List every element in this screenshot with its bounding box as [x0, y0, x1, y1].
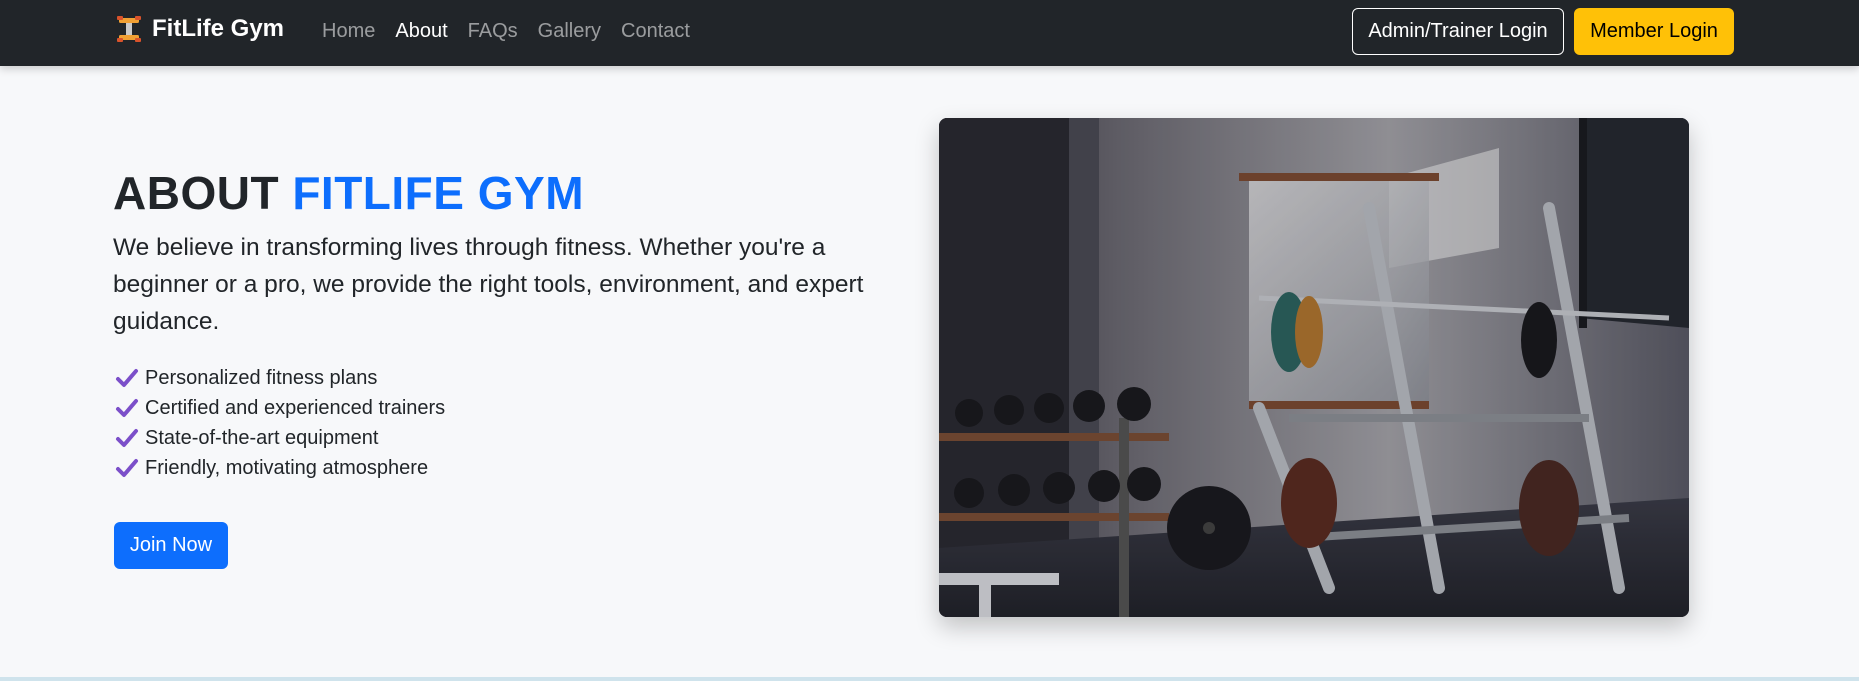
nav-link-faqs[interactable]: FAQs — [468, 19, 518, 43]
feature-item: Friendly, motivating atmosphere — [115, 453, 445, 483]
admin-trainer-login-button[interactable]: Admin/Trainer Login — [1352, 8, 1564, 55]
about-lead-text: We believe in transforming lives through… — [113, 234, 864, 335]
dumbbell-icon — [117, 16, 141, 42]
feature-item: State-of-the-art equipment — [115, 423, 445, 453]
about-heading: ABOUT FITLIFE GYM — [113, 166, 584, 220]
about-heading-accent: FITLIFE GYM — [292, 167, 585, 219]
check-icon — [116, 459, 138, 477]
feature-text: Certified and experienced trainers — [145, 396, 446, 419]
about-heading-prefix: ABOUT — [113, 167, 280, 219]
navbar: FitLife Gym Home About FAQs Gallery Cont… — [0, 0, 1859, 66]
brand-link[interactable]: FitLife Gym — [116, 15, 284, 43]
feature-text: State-of-the-art equipment — [145, 426, 379, 449]
gym-interior-illustration — [939, 118, 1689, 617]
nav-link-gallery[interactable]: Gallery — [538, 19, 601, 43]
brand-name: FitLife Gym — [152, 15, 285, 42]
nav-link-home[interactable]: Home — [322, 19, 375, 43]
feature-text: Friendly, motivating atmosphere — [145, 456, 429, 479]
nav-link-about[interactable]: About — [395, 19, 447, 43]
gym-interior-image — [939, 118, 1689, 617]
section-divider — [0, 677, 1859, 681]
feature-item: Personalized fitness plans — [115, 363, 445, 393]
nav-link-contact[interactable]: Contact — [621, 19, 690, 43]
feature-item: Certified and experienced trainers — [115, 393, 445, 423]
feature-list: Personalized fitness plans Certified and… — [115, 363, 445, 483]
member-login-button[interactable]: Member Login — [1574, 8, 1734, 55]
join-now-button[interactable]: Join Now — [114, 522, 228, 569]
nav-links: Home About FAQs Gallery Contact — [322, 19, 710, 43]
feature-text: Personalized fitness plans — [145, 366, 378, 389]
check-icon — [116, 429, 138, 447]
check-icon — [116, 369, 138, 387]
check-icon — [116, 399, 138, 417]
